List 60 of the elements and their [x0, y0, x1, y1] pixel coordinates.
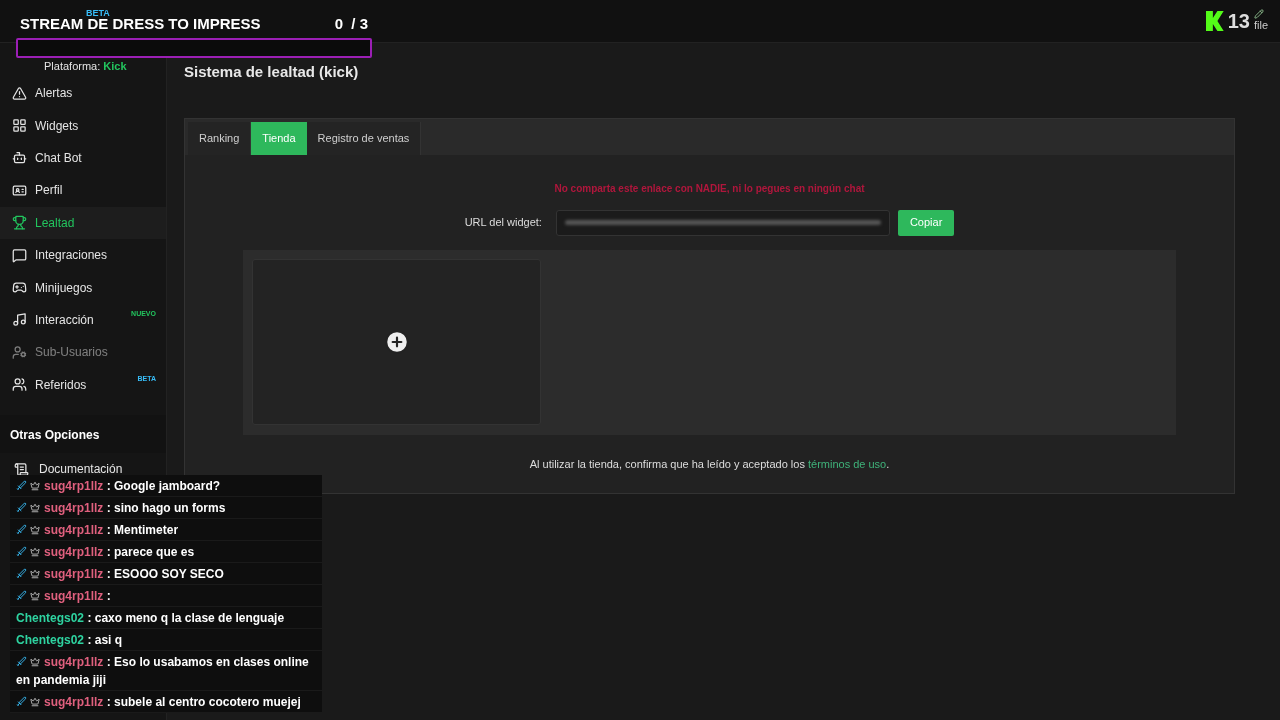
crown-icon: [30, 590, 40, 601]
crown-icon: [30, 524, 40, 535]
crown-icon: [30, 502, 40, 513]
sword-icon: [16, 589, 27, 601]
tab[interactable]: Registro de ventas: [306, 121, 422, 155]
sword-icon: [16, 479, 27, 491]
terms-text: Al utilizar la tienda, confirma que ha leído y aceptado los términos de uso.: [529, 456, 890, 472]
url-label: URL del widget:: [464, 215, 542, 231]
message-icon: [12, 247, 27, 263]
chat-message: sug4rp1llz : parece que es: [10, 541, 322, 563]
section-title: Otras Opciones: [10, 427, 100, 442]
add-item-card[interactable]: [252, 258, 541, 425]
chat-message: Chentegs02 : asi q: [10, 629, 322, 651]
sword-icon: [16, 655, 27, 667]
scroll-icon: [14, 461, 29, 477]
sword-icon: [16, 545, 27, 557]
sword-icon: [16, 501, 27, 513]
chat-message: sug4rp1llz : Mentimeter: [10, 519, 322, 541]
pencil-icon[interactable]: [1253, 8, 1264, 19]
counter: 13: [1227, 9, 1250, 34]
grid-icon: [12, 118, 27, 134]
sword-icon: [16, 695, 27, 707]
music-note-icon: [12, 312, 27, 328]
warning-icon: [12, 85, 27, 101]
crown-icon: [30, 696, 40, 707]
crown-icon: [30, 480, 40, 491]
platform-label: Plataforma:: [44, 60, 102, 72]
sidebar-item[interactable]: Widgets: [0, 109, 166, 142]
url-field[interactable]: [555, 209, 890, 236]
profile-link[interactable]: file: [1253, 16, 1268, 34]
chat-message: sug4rp1llz : Google jamboard?: [10, 475, 322, 497]
crown-icon: [30, 546, 40, 557]
chat-message: sug4rp1llz :: [10, 585, 322, 607]
crown-icon: [30, 656, 40, 667]
sidebar-item[interactable]: Lealtad: [0, 206, 166, 239]
platform-name: Kick: [103, 60, 127, 72]
k-logo-icon: [1205, 11, 1224, 31]
sword-icon: [16, 567, 27, 579]
users-gear-icon: [12, 344, 27, 360]
users-icon: [12, 377, 27, 393]
chat-message: sug4rp1llz : ESOOO SOY SECO: [10, 563, 322, 585]
sidebar-item[interactable]: Chat Bot: [0, 141, 166, 175]
warning-text: No comparta este enlace con NADIE, ni lo pegues en ningún chat: [554, 181, 865, 196]
tab[interactable]: Ranking: [188, 121, 252, 155]
robot-icon: [12, 150, 27, 166]
chat-message: sug4rp1llz : sino hago un forms: [10, 497, 322, 519]
sidebar-item[interactable]: Alertas: [0, 77, 166, 110]
sidebar-item[interactable]: Integraciones: [0, 238, 166, 272]
chat-message: sug4rp1llz : subele al centro cocotero muejej: [10, 691, 322, 713]
beta-label: BETA: [86, 7, 110, 19]
id-card-icon: [12, 182, 27, 198]
page-title: Sistema de lealtad (kick): [184, 62, 360, 82]
sword-icon: [16, 523, 27, 535]
chat-message: sug4rp1llz : Eso lo usabamos en clases online en pandemia jiji: [10, 651, 322, 691]
sidebar-item[interactable]: Minijuegos: [0, 271, 166, 304]
chat-message: Chentegs02 : caxo meno q la clase de lenguaje: [10, 607, 322, 629]
trophy-icon: [12, 215, 27, 231]
sidebar-item[interactable]: Perfil: [0, 174, 166, 207]
crown-icon: [30, 568, 40, 579]
goal-count: 0 / 3: [334, 14, 368, 34]
